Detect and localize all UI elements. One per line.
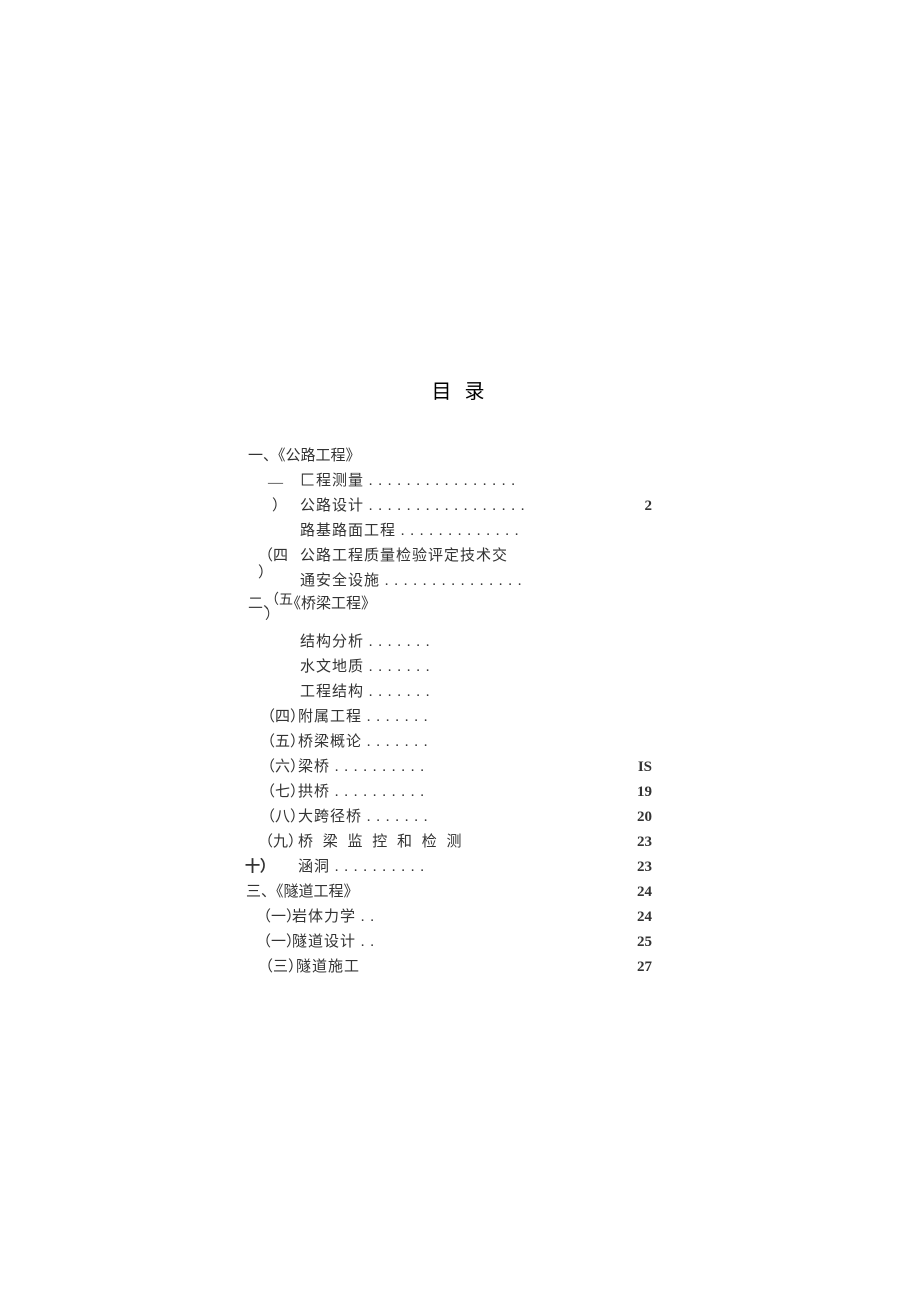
section-marker: 一、《公路工程》 [248,444,361,469]
entry-label: 通安全设施 . . . . . . . . . . . . . . . [300,569,523,594]
entry-label: 拱桥 . . . . . . . . . . [298,780,425,805]
entry-label: 岩体力学 . . [292,905,375,930]
entry-label: 附属工程 . . . . . . . [298,705,429,730]
toc-entry: （四 公路工程质量检验评定技术交 [250,544,670,569]
toc-entry: 工程结构 . . . . . . . [250,680,670,705]
entry-label: 隧道设计 . . [292,930,375,955]
entry-label: 公路工程质量检验评定技术交 [300,544,508,569]
entry-label: 隧道施工 [296,955,360,980]
entry-label: 路基路面工程 . . . . . . . . . . . . . [300,519,520,544]
toc-entry: （四） 附属工程 . . . . . . . [250,705,670,730]
entry-marker: — [268,471,283,496]
page-number: 23 [637,855,652,880]
entry-label: 桥梁概论 . . . . . . . [298,730,429,755]
page-number: 25 [637,930,652,955]
entry-marker: 十） [245,855,275,880]
page-number: 19 [637,780,652,805]
toc-section-3: 三、《隧道工程》 24 [250,880,670,905]
toc-entry: （一） 隧道设计 . . 25 [250,930,670,955]
toc-entry: （五） 桥梁概论 . . . . . . . [250,730,670,755]
page-number: 24 [637,880,652,905]
section-title: 《桥梁工程》 [286,594,376,614]
toc-entry: 路基路面工程 . . . . . . . . . . . . . [250,519,670,544]
toc-entry: （七） 拱桥 . . . . . . . . . . 19 [250,780,670,805]
toc-entry: （一） 岩体力学 . . 24 [250,905,670,930]
section-marker: 三、《隧道工程》 [246,880,359,905]
entry-label: 大跨径桥 . . . . . . . [298,805,429,830]
page-number: 24 [637,905,652,930]
toc-entry: ） 公路设计 . . . . . . . . . . . . . . . . .… [250,494,670,519]
toc-title: 目 录 [0,375,920,404]
toc-entry: 水文地质 . . . . . . . [250,655,670,680]
entry-marker: （九） [258,830,303,855]
toc-entry: （三） 隧道施工 27 [250,955,670,980]
toc-entry: （九） 桥 梁 监 控 和 检 测 23 [250,830,670,855]
toc-section-2: 二、 （五 《桥梁工程》 [250,594,670,614]
entry-label: 工程结构 . . . . . . . [300,680,431,705]
entry-marker: ） [258,561,273,586]
entry-label: 水文地质 . . . . . . . [300,655,431,680]
toc-entry: （八） 大跨径桥 . . . . . . . 20 [250,805,670,830]
page-number: 20 [637,805,652,830]
entry-label: 桥 梁 监 控 和 检 测 [298,830,465,855]
entry-label: 涵洞 . . . . . . . . . . [298,855,425,880]
toc-entry: （六） 梁桥 . . . . . . . . . . IS [250,755,670,780]
entry-marker: ） [272,494,287,519]
toc-section-1: 一、《公路工程》 [250,444,670,469]
page-number: IS [638,755,652,780]
entry-marker: ） [265,608,279,624]
table-of-contents: 一、《公路工程》 — 匚程测量 . . . . . . . . . . . . … [250,444,670,980]
entry-label: 梁桥 . . . . . . . . . . [298,755,425,780]
entry-label: 公路设计 . . . . . . . . . . . . . . . . . [300,494,526,519]
toc-entry: 结构分析 . . . . . . . [250,630,670,655]
toc-entry: 十） 涵洞 . . . . . . . . . . 23 [250,855,670,880]
entry-label: 匚程测量 . . . . . . . . . . . . . . . . [300,469,516,494]
page-number: 23 [637,830,652,855]
toc-entry: — 匚程测量 . . . . . . . . . . . . . . . . [250,469,670,494]
entry-label: 结构分析 . . . . . . . [300,630,431,655]
page-number: 27 [637,955,652,980]
document-page: 目 录 一、《公路工程》 — 匚程测量 . . . . . . . . . . … [0,0,920,1302]
page-number: 2 [645,494,653,519]
toc-entry: ） 通安全设施 . . . . . . . . . . . . . . . [250,569,670,594]
toc-entry: ） [250,614,670,630]
